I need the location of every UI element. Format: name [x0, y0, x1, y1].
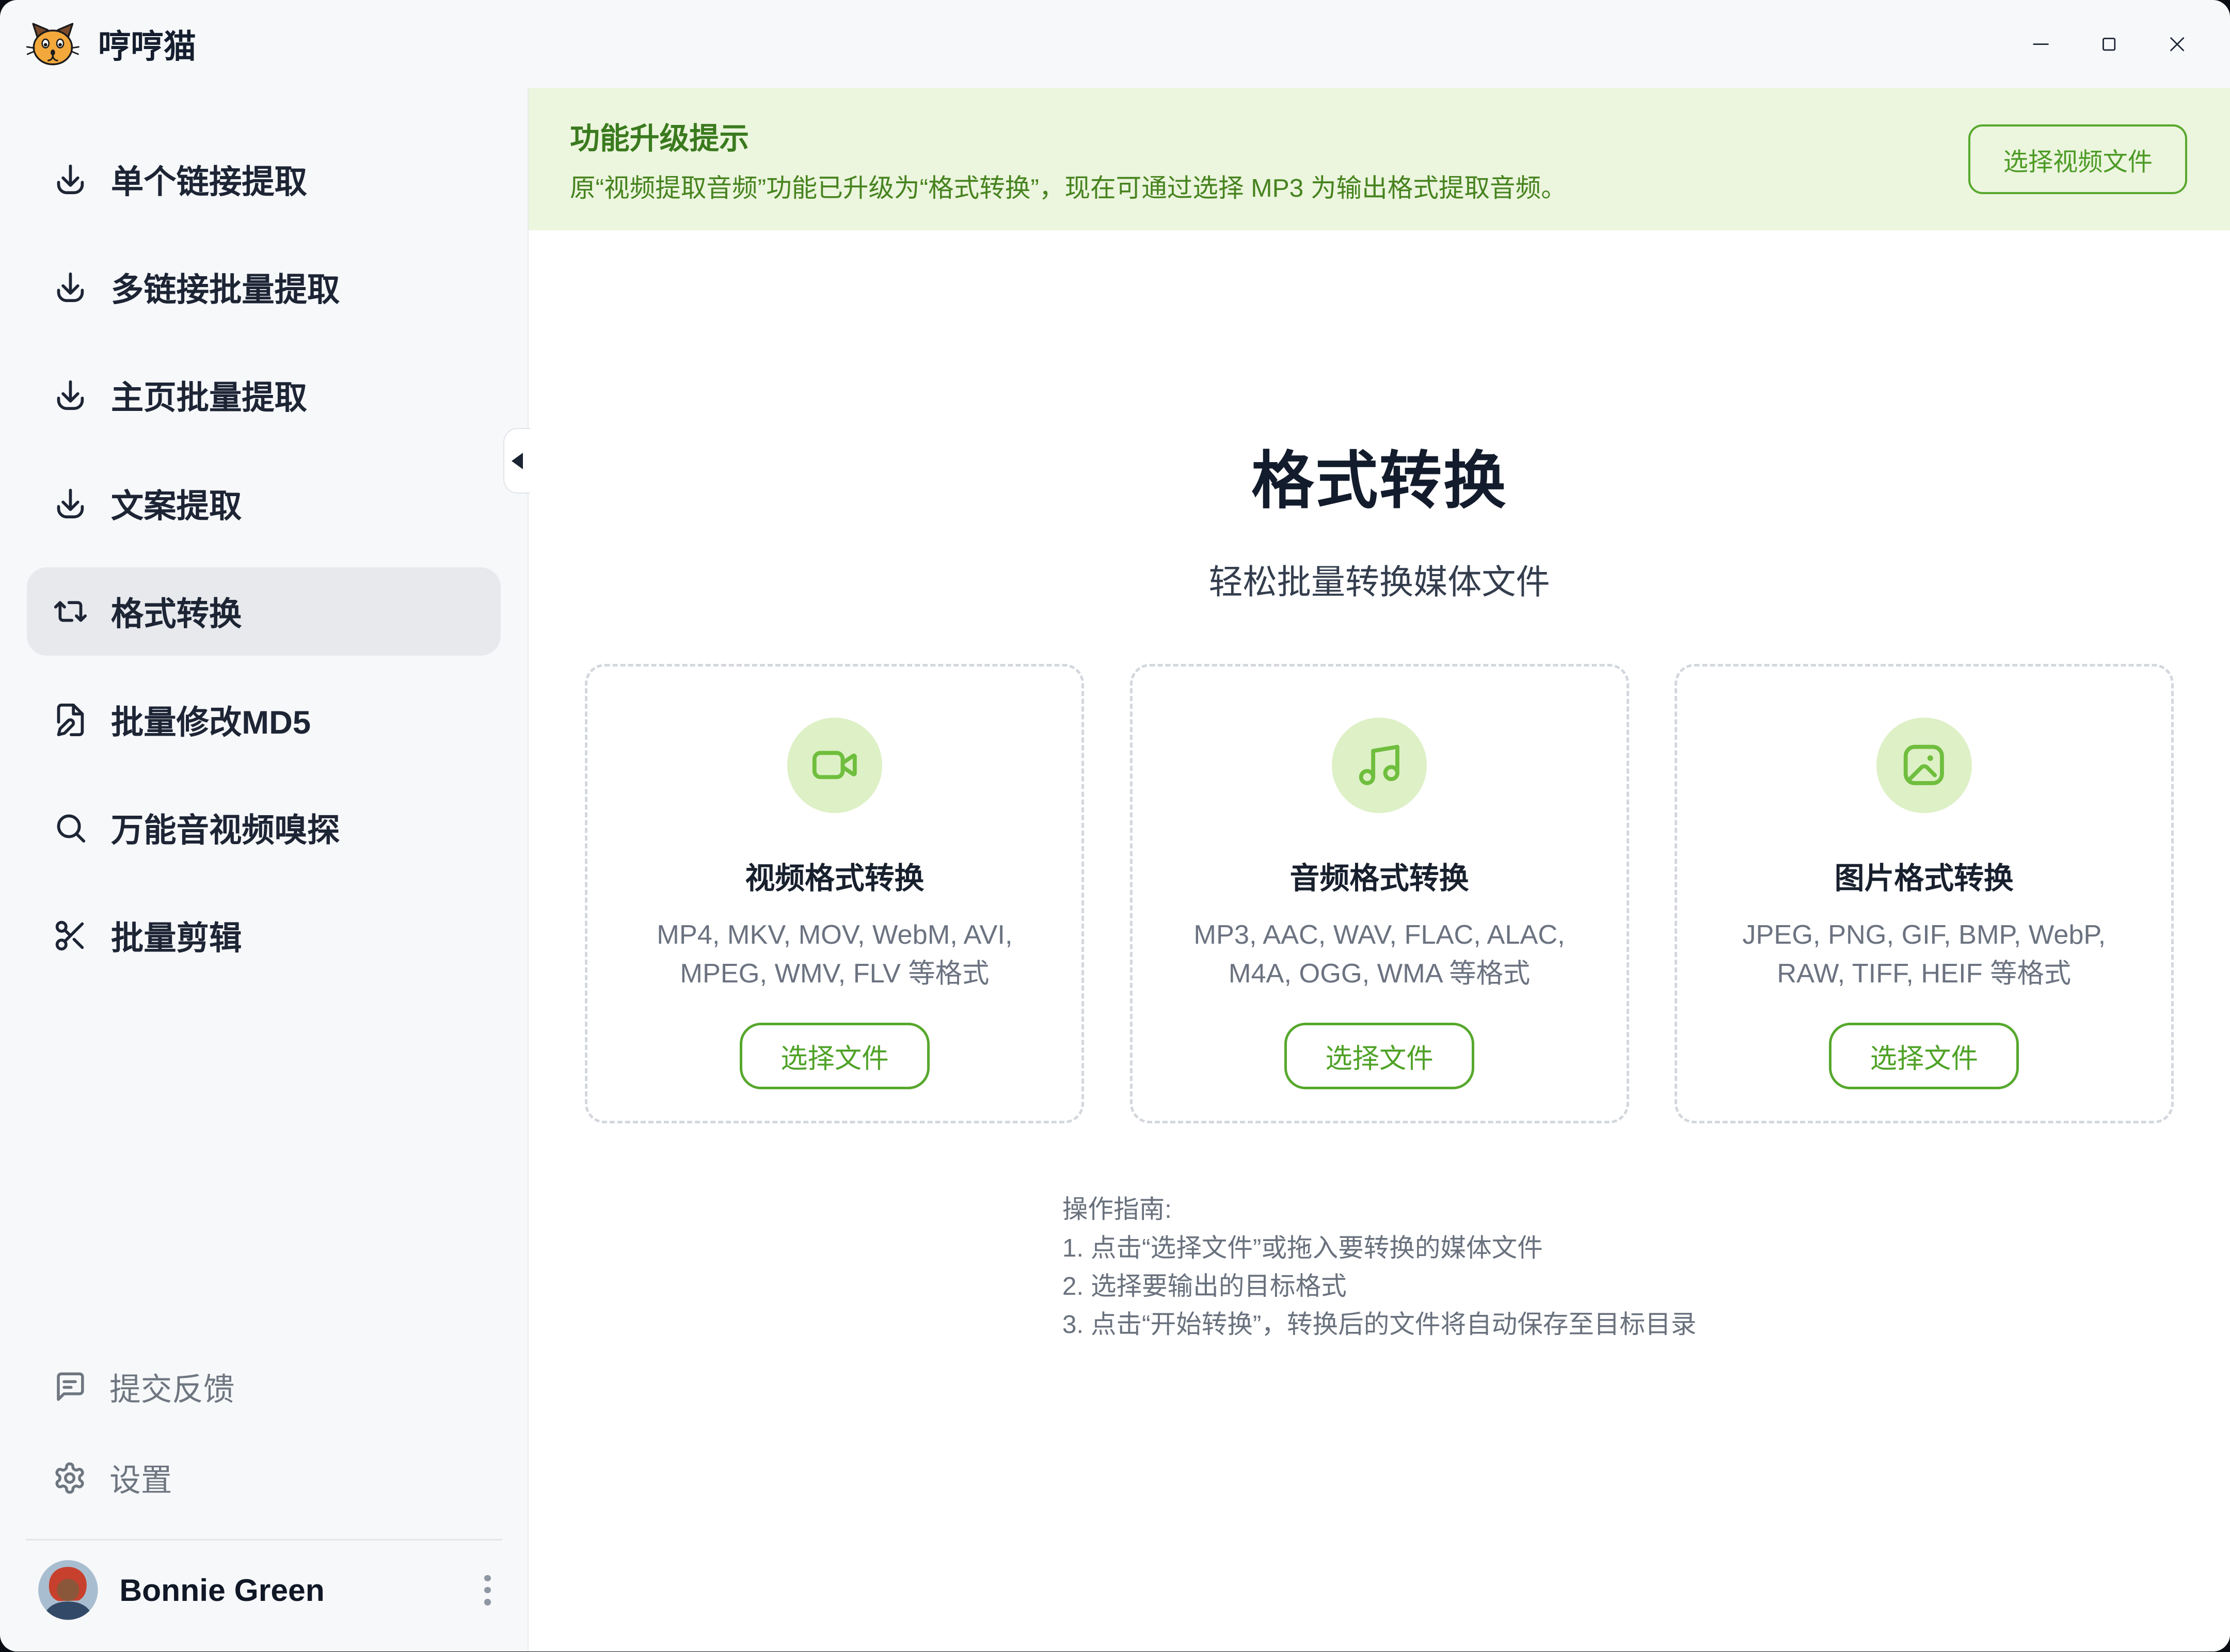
sidebar-item-label: 万能音视频嗅探: [111, 804, 340, 851]
sidebar-item-universal-sniffer[interactable]: 万能音视频嗅探: [27, 784, 500, 872]
sidebar-item-label: 设置: [109, 1455, 172, 1500]
gear-icon: [53, 1461, 87, 1495]
card-description: MP3, AAC, WAV, FLAC, ALAC, M4A, OGG, WMA…: [1162, 916, 1597, 993]
file-pen-icon: [53, 702, 88, 738]
banner-text: 功能升级提示 原“视频提取音频”功能已升级为“格式转换”，现在可通过选择 MP3…: [570, 114, 1567, 204]
sidebar: 单个链接提取 多链接批量提取 主页批量提取 文案提取 格式转换 批量修改MD5: [0, 88, 528, 1651]
kebab-dot: [484, 1575, 490, 1581]
download-icon: [53, 486, 88, 521]
sidebar-item-feedback[interactable]: 提交反馈: [27, 1343, 500, 1431]
window-controls: [2022, 26, 2196, 63]
close-icon: [2167, 34, 2188, 55]
image-convert-card[interactable]: 图片格式转换 JPEG, PNG, GIF, BMP, WebP, RAW, T…: [1675, 664, 2174, 1123]
image-select-files-button[interactable]: 选择文件: [1829, 1023, 2019, 1089]
audio-select-files-button[interactable]: 选择文件: [1284, 1023, 1474, 1089]
sidebar-nav: 单个链接提取 多链接批量提取 主页批量提取 文案提取 格式转换 批量修改MD5: [0, 88, 528, 980]
card-description: JPEG, PNG, GIF, BMP, WebP, RAW, TIFF, HE…: [1707, 916, 2142, 993]
sidebar-item-settings[interactable]: 设置: [27, 1434, 500, 1522]
sidebar-item-homepage-batch-extract[interactable]: 主页批量提取: [27, 351, 500, 439]
download-icon: [53, 269, 88, 305]
video-camera-icon: [810, 741, 859, 789]
sidebar-item-label: 提交反馈: [109, 1364, 234, 1409]
audio-icon-circle: [1332, 718, 1427, 813]
app-title: 哼哼猫: [98, 21, 196, 68]
sidebar-item-single-link-extract[interactable]: 单个链接提取: [27, 135, 500, 224]
sidebar-item-label: 批量剪辑: [111, 912, 242, 959]
chevron-left-icon: [512, 453, 523, 469]
sidebar-item-label: 主页批量提取: [111, 372, 307, 419]
image-icon: [1900, 741, 1948, 789]
guide-step: 2. 选择要输出的目标格式: [1062, 1267, 1696, 1305]
sidebar-item-label: 单个链接提取: [111, 156, 307, 203]
sidebar-item-copywriting-extract[interactable]: 文案提取: [27, 459, 500, 548]
converter-cards: 视频格式转换 MP4, MKV, MOV, WebM, AVI, MPEG, W…: [529, 664, 2230, 1123]
video-convert-card[interactable]: 视频格式转换 MP4, MKV, MOV, WebM, AVI, MPEG, W…: [585, 664, 1084, 1123]
scissors-icon: [53, 918, 88, 954]
sidebar-item-label: 多链接批量提取: [111, 264, 340, 311]
user-profile[interactable]: Bonnie Green: [38, 1560, 502, 1620]
repeat-icon: [53, 594, 88, 629]
app-logo-cat-icon: [26, 17, 80, 71]
app-window: 哼哼猫 单个链接提取 多链接批量提取: [0, 0, 2230, 1651]
minimize-icon: [2030, 34, 2051, 55]
sidebar-item-multi-link-batch-extract[interactable]: 多链接批量提取: [27, 243, 500, 331]
sidebar-item-batch-modify-md5[interactable]: 批量修改MD5: [27, 676, 500, 764]
maximize-icon: [2098, 34, 2120, 55]
card-title: 图片格式转换: [1677, 854, 2171, 897]
image-icon-circle: [1876, 718, 1972, 813]
card-title: 音频格式转换: [1133, 854, 1627, 897]
guide-step: 1. 点击“选择文件”或拖入要转换的媒体文件: [1062, 1229, 1696, 1267]
operation-guide: 操作指南: 1. 点击“选择文件”或拖入要转换的媒体文件 2. 选择要输出的目标…: [529, 1190, 2230, 1344]
minimize-button[interactable]: [2022, 26, 2060, 63]
kebab-dot: [484, 1599, 490, 1605]
close-button[interactable]: [2159, 26, 2196, 63]
profile-menu-button[interactable]: [473, 1566, 502, 1614]
video-icon-circle: [787, 718, 883, 813]
audio-convert-card[interactable]: 音频格式转换 MP3, AAC, WAV, FLAC, ALAC, M4A, O…: [1130, 664, 1629, 1123]
guide-step: 3. 点击“开始转换”，转换后的文件将自动保存至目标目录: [1062, 1305, 1696, 1343]
upgrade-banner: 功能升级提示 原“视频提取音频”功能已升级为“格式转换”，现在可通过选择 MP3…: [529, 88, 2230, 231]
banner-body: 原“视频提取音频”功能已升级为“格式转换”，现在可通过选择 MP3 为输出格式提…: [570, 167, 1567, 204]
sidebar-item-batch-clip[interactable]: 批量剪辑: [27, 892, 500, 980]
message-square-icon: [53, 1370, 87, 1404]
search-icon: [53, 810, 88, 846]
card-description: MP4, MKV, MOV, WebM, AVI, MPEG, WMV, FLV…: [617, 916, 1052, 993]
sidebar-collapse-handle[interactable]: [503, 428, 530, 494]
titlebar: 哼哼猫: [0, 0, 2230, 88]
download-icon: [53, 377, 88, 413]
avatar: [38, 1560, 98, 1620]
stage: 哼哼猫 单个链接提取 多链接批量提取: [0, 0, 2230, 1651]
page-title: 格式转换: [529, 430, 2230, 520]
sidebar-footer: 提交反馈 设置: [0, 1343, 528, 1651]
select-video-file-button[interactable]: 选择视频文件: [1968, 124, 2187, 194]
sidebar-item-label: 格式转换: [111, 588, 242, 635]
video-select-files-button[interactable]: 选择文件: [740, 1023, 930, 1089]
main-content: 功能升级提示 原“视频提取音频”功能已升级为“格式转换”，现在可通过选择 MP3…: [528, 88, 2230, 1651]
operation-guide-text: 操作指南: 1. 点击“选择文件”或拖入要转换的媒体文件 2. 选择要输出的目标…: [1062, 1190, 1696, 1344]
card-title: 视频格式转换: [587, 854, 1081, 897]
user-name: Bonnie Green: [119, 1572, 324, 1608]
maximize-button[interactable]: [2091, 26, 2128, 63]
kebab-dot: [484, 1587, 490, 1593]
sidebar-item-format-convert[interactable]: 格式转换: [27, 567, 500, 656]
sidebar-item-label: 批量修改MD5: [111, 696, 311, 743]
page-subtitle: 轻松批量转换媒体文件: [529, 554, 2230, 604]
guide-heading: 操作指南:: [1062, 1190, 1696, 1228]
music-note-icon: [1355, 741, 1404, 789]
banner-title: 功能升级提示: [570, 114, 1567, 157]
sidebar-item-label: 文案提取: [111, 480, 242, 527]
download-icon: [53, 162, 88, 197]
sidebar-divider: [26, 1539, 502, 1540]
